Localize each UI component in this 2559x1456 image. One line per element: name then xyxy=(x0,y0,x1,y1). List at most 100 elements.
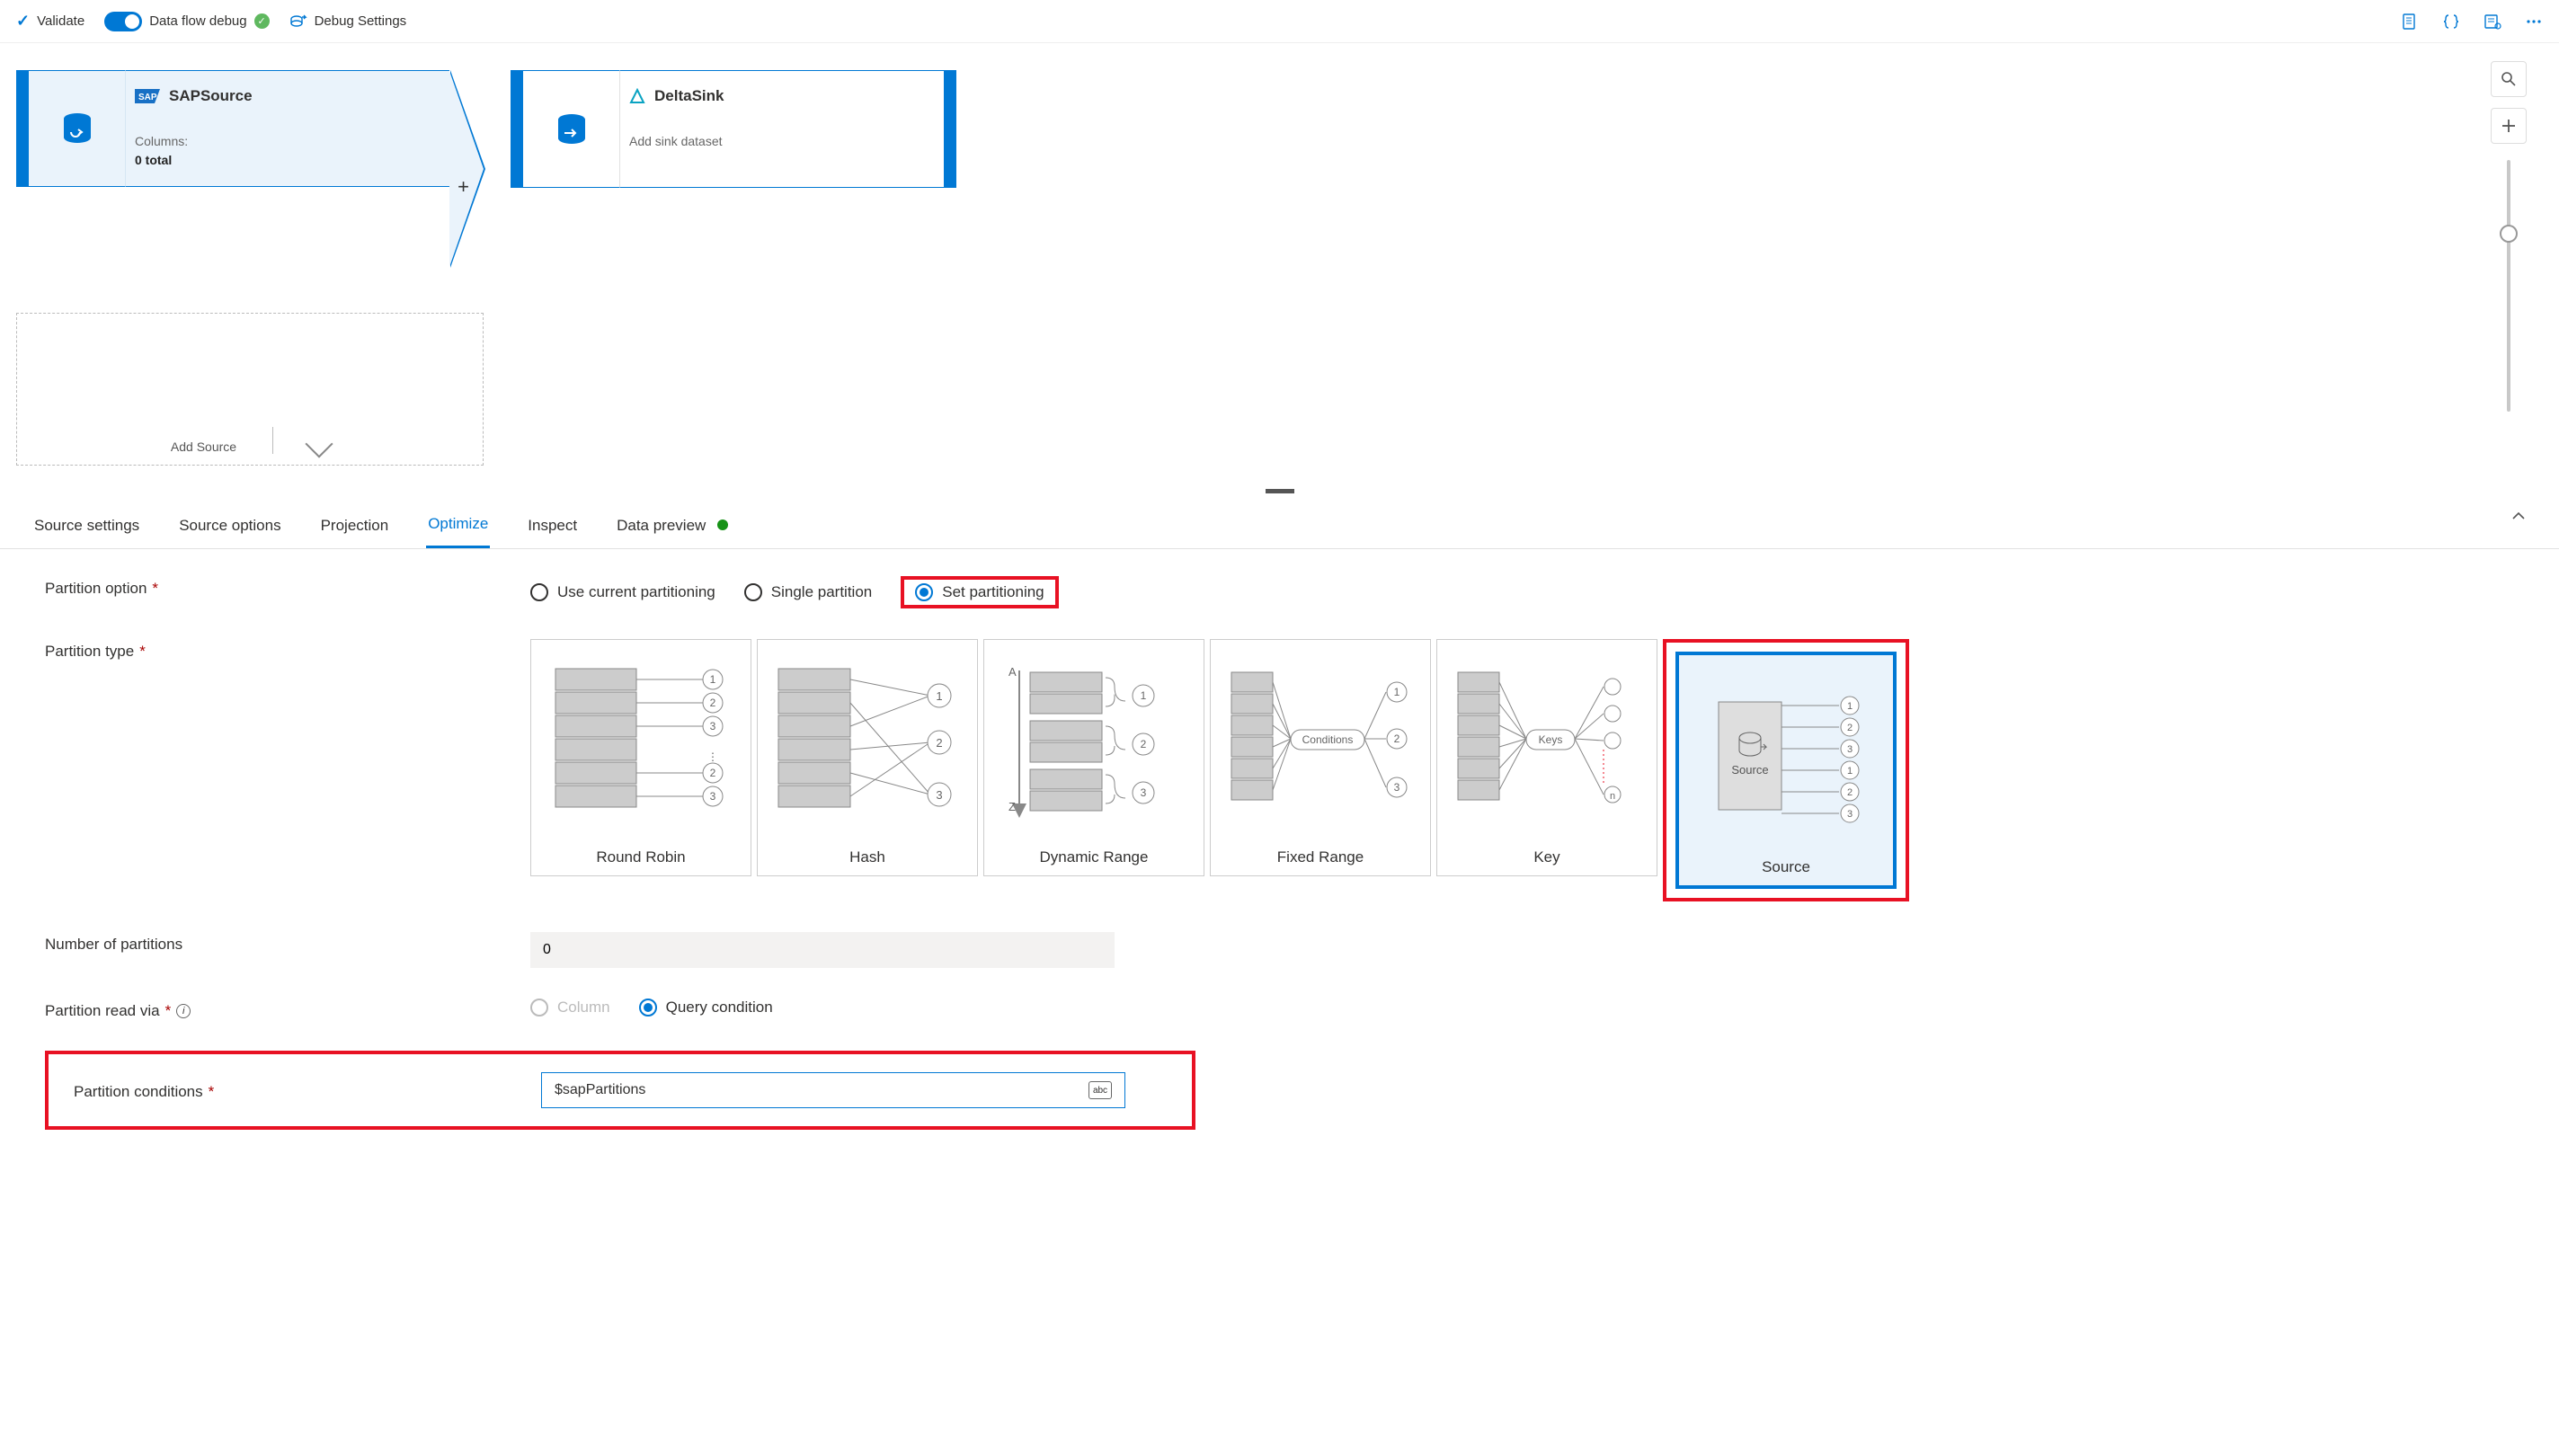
ptype-source-label: Source xyxy=(1762,858,1810,876)
svg-text:Conditions: Conditions xyxy=(1302,733,1354,746)
svg-text:n: n xyxy=(1610,791,1615,802)
svg-text:3: 3 xyxy=(1394,781,1400,794)
svg-text:2: 2 xyxy=(1847,787,1853,798)
top-toolbar: ✓ Validate Data flow debug ✓ Debug Setti… xyxy=(0,0,2559,43)
radio-use-current[interactable]: Use current partitioning xyxy=(530,583,715,601)
radio-single[interactable]: Single partition xyxy=(744,583,872,601)
svg-text:2: 2 xyxy=(1847,723,1853,733)
svg-text:SAP: SAP xyxy=(138,93,157,102)
tab-source-options[interactable]: Source options xyxy=(177,510,282,547)
status-ok-icon: ✓ xyxy=(254,13,270,29)
svg-text:2: 2 xyxy=(1141,738,1147,750)
dataflow-debug-toggle[interactable]: Data flow debug ✓ xyxy=(104,12,269,31)
sink-subtitle: Add sink dataset xyxy=(629,132,919,151)
read-via-label: Partition read via xyxy=(45,1002,160,1020)
svg-text:3: 3 xyxy=(1847,744,1853,755)
info-icon[interactable]: i xyxy=(176,1004,191,1018)
datasource-icon xyxy=(59,111,95,146)
collapse-panel-button[interactable] xyxy=(2510,508,2527,527)
partition-type-label: Partition type xyxy=(45,643,134,661)
svg-text:2: 2 xyxy=(710,697,716,709)
preview-status-icon xyxy=(717,519,728,530)
optimize-form: Partition option * Use current partition… xyxy=(0,549,2559,1184)
ptype-dynamic-range[interactable]: A Z 1 2 3 Dynamic Range xyxy=(983,639,1204,876)
svg-text:3: 3 xyxy=(936,788,942,802)
detail-tabs: Source settings Source options Projectio… xyxy=(0,493,2559,549)
search-icon xyxy=(2501,71,2517,87)
svg-text:1: 1 xyxy=(710,673,716,686)
ptype-hash-label: Hash xyxy=(849,848,885,866)
node-delta-sink[interactable]: DeltaSink Add sink dataset xyxy=(511,70,956,188)
tab-source-settings[interactable]: Source settings xyxy=(32,510,141,547)
svg-text:1: 1 xyxy=(1847,766,1853,777)
svg-text:1: 1 xyxy=(936,689,942,703)
tab-data-preview-label: Data preview xyxy=(617,517,706,534)
more-icon[interactable] xyxy=(2525,13,2543,31)
search-canvas-button[interactable] xyxy=(2491,61,2527,97)
debug-settings-label: Debug Settings xyxy=(315,13,407,29)
sap-logo-icon: SAP xyxy=(135,89,160,103)
radio-read-query[interactable]: Query condition xyxy=(639,999,773,1017)
checkmark-icon: ✓ xyxy=(16,12,30,31)
tab-inspect[interactable]: Inspect xyxy=(526,510,579,547)
svg-text:3: 3 xyxy=(1847,809,1853,820)
ptype-hash[interactable]: 1 2 3 Hash xyxy=(757,639,978,876)
sap-columns-label: Columns: xyxy=(135,132,424,151)
svg-text:Keys: Keys xyxy=(1539,733,1563,746)
radio-set-partitioning[interactable]: Set partitioning xyxy=(915,583,1044,601)
tab-projection[interactable]: Projection xyxy=(319,510,391,547)
svg-text:1: 1 xyxy=(1394,686,1400,698)
svg-text:2: 2 xyxy=(936,736,942,750)
svg-text:⋮: ⋮ xyxy=(707,750,718,763)
partition-option-label: Partition option xyxy=(45,580,147,598)
chevron-down-icon[interactable] xyxy=(306,430,333,457)
svg-text:3: 3 xyxy=(1141,786,1147,799)
add-source-box[interactable]: Add Source xyxy=(16,313,484,466)
svg-text:Z: Z xyxy=(1008,800,1016,813)
add-source-label: Add Source xyxy=(171,439,236,454)
properties-icon[interactable] xyxy=(2483,13,2501,31)
svg-text:1: 1 xyxy=(1847,701,1853,712)
delta-icon xyxy=(629,88,645,104)
radio-use-current-label: Use current partitioning xyxy=(557,583,715,601)
num-partitions-input[interactable] xyxy=(530,932,1115,968)
ptype-source[interactable]: Source 123123 Source xyxy=(1675,652,1897,889)
svg-text:1: 1 xyxy=(1141,689,1147,702)
zoom-slider[interactable] xyxy=(2507,160,2510,412)
zoom-in-button[interactable] xyxy=(2491,108,2527,144)
radio-read-query-label: Query condition xyxy=(666,999,773,1017)
partition-conditions-value: $sapPartitions xyxy=(555,1082,645,1098)
datasink-icon xyxy=(554,111,590,147)
ptype-key[interactable]: Keys n Key xyxy=(1436,639,1657,876)
sap-node-title: SAPSource xyxy=(169,87,253,105)
braces-icon[interactable] xyxy=(2442,13,2460,31)
ptype-dr-label: Dynamic Range xyxy=(1040,848,1149,866)
ptype-fr-label: Fixed Range xyxy=(1277,848,1364,866)
tab-optimize[interactable]: Optimize xyxy=(426,508,490,548)
expression-type-icon: abc xyxy=(1088,1081,1112,1099)
ptype-round-robin[interactable]: 123⋮23 Round Robin xyxy=(530,639,751,876)
dataflow-debug-label: Data flow debug xyxy=(149,13,246,29)
dataflow-canvas[interactable]: SAP SAPSource Columns: 0 total + DeltaSi… xyxy=(0,43,2559,493)
radio-read-column-label: Column xyxy=(557,999,610,1017)
svg-text:2: 2 xyxy=(710,767,716,779)
debug-settings-icon xyxy=(289,13,307,31)
debug-settings-button[interactable]: Debug Settings xyxy=(289,13,407,31)
plus-icon xyxy=(2501,118,2517,134)
ptype-fixed-range[interactable]: Conditions 123 Fixed Range xyxy=(1210,639,1431,876)
radio-single-label: Single partition xyxy=(771,583,872,601)
tab-data-preview[interactable]: Data preview xyxy=(615,510,730,547)
svg-text:A: A xyxy=(1008,665,1017,679)
partition-conditions-input[interactable]: $sapPartitions abc xyxy=(541,1072,1125,1108)
radio-set-label: Set partitioning xyxy=(942,583,1044,601)
chevron-up-icon xyxy=(2510,508,2527,524)
validate-label: Validate xyxy=(37,13,84,29)
validate-button[interactable]: ✓ Validate xyxy=(16,12,84,31)
node-sap-source[interactable]: SAP SAPSource Columns: 0 total + xyxy=(16,70,449,187)
radio-read-column: Column xyxy=(530,999,610,1017)
svg-text:3: 3 xyxy=(710,790,716,803)
ptype-key-label: Key xyxy=(1533,848,1559,866)
script-icon[interactable] xyxy=(2401,13,2419,31)
sap-columns-value: 0 total xyxy=(135,151,424,170)
add-step-icon[interactable]: + xyxy=(458,175,469,199)
